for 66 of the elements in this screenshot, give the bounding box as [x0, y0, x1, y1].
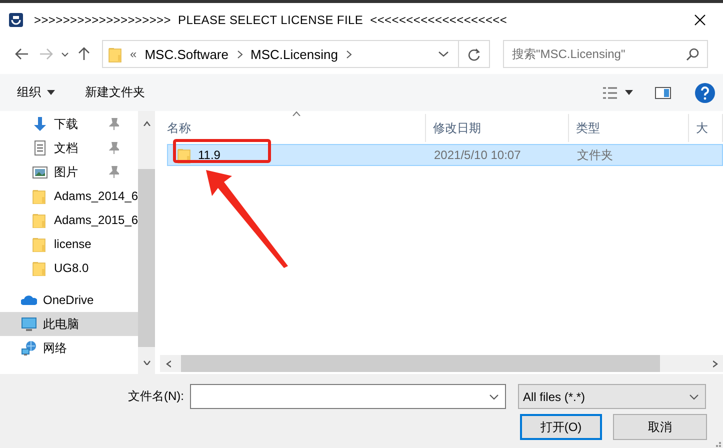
column-header[interactable]: 名称	[160, 114, 426, 142]
sidebar-item[interactable]: 此电脑	[0, 312, 138, 336]
column-header[interactable]: 修改日期	[426, 114, 569, 142]
breadcrumb[interactable]: MSC.Software	[144, 46, 228, 62]
folder-icon	[32, 236, 48, 252]
organize-menu[interactable]: 组织	[17, 84, 55, 101]
app-icon	[8, 12, 24, 28]
sidebar-item[interactable]: license	[0, 232, 138, 256]
sidebar-item[interactable]: OneDrive	[0, 288, 138, 312]
column-header[interactable]: 大	[689, 114, 723, 142]
sidebar-item[interactable]: 网络	[0, 336, 138, 360]
new-folder-button[interactable]: 新建文件夹	[85, 84, 145, 101]
preview-pane-icon[interactable]	[655, 86, 671, 98]
sidebar-item[interactable]: 下载	[0, 112, 138, 136]
refresh-icon[interactable]	[468, 48, 480, 60]
scrollbar-thumb[interactable]	[181, 355, 660, 372]
sidebar-item[interactable]: 图片	[0, 160, 138, 184]
caret-icon[interactable]	[625, 90, 633, 95]
chevron-down-icon[interactable]	[61, 52, 69, 56]
down-arrow-icon	[32, 116, 48, 132]
filename-field[interactable]	[190, 384, 506, 409]
file-name: 11.9	[198, 148, 220, 162]
scrollbar-thumb[interactable]	[138, 169, 155, 347]
file-row[interactable]: 11.9 2021/5/10 10:07 文件夹	[167, 144, 723, 166]
sort-caret-icon	[292, 111, 301, 116]
network-icon	[21, 340, 37, 356]
date-cell-text: 2021/5/10 10:07	[433, 148, 522, 162]
help-icon[interactable]	[695, 82, 715, 102]
column-header[interactable]: 类型	[569, 114, 689, 142]
breadcrumb[interactable]: MSC.Licensing	[250, 46, 338, 62]
chevron-down-icon[interactable]	[438, 51, 448, 57]
view-list-icon[interactable]	[603, 86, 617, 98]
cancel-button[interactable]: 取消	[613, 414, 707, 440]
scroll-left-icon[interactable]	[166, 360, 170, 368]
sidebar-item[interactable]: 文档	[0, 136, 138, 160]
address-bar[interactable]: « MSC.Software MSC.Licensing	[102, 40, 490, 68]
chevron-right-icon	[346, 50, 352, 58]
type-cell-text: 文件夹	[576, 146, 614, 164]
monitor-icon	[21, 316, 37, 332]
window-title: >>>>>>>>>>>>>>>>>>> PLEASE SELECT LICENSE FILE <<<<<<<<<<<<<<<<<<<	[34, 12, 508, 26]
sidebar-item[interactable]: UG8.0	[0, 256, 138, 280]
close-icon[interactable]	[694, 14, 706, 26]
back-arrow-icon[interactable]	[15, 48, 29, 60]
overflow-chevron[interactable]: «	[130, 47, 137, 61]
scroll-right-icon[interactable]	[712, 360, 718, 368]
search-icon	[686, 48, 699, 60]
chevron-down-icon	[489, 394, 499, 400]
folder-icon	[32, 260, 48, 276]
chevron-down-icon	[689, 394, 699, 400]
folder-icon	[32, 188, 48, 204]
field-label: 文件名(N):	[128, 388, 185, 405]
folder-icon	[32, 212, 48, 228]
open-button[interactable]: 打开(O)	[520, 414, 602, 440]
scroll-down-icon[interactable]	[142, 360, 150, 364]
document-icon	[32, 140, 48, 156]
search-field[interactable]: 搜索"MSC.Licensing"	[503, 40, 708, 68]
folder-icon	[108, 46, 122, 62]
caret-icon	[47, 90, 55, 95]
up-arrow-icon[interactable]	[78, 47, 90, 61]
sidebar-item[interactable]: Adams_2014_6	[0, 184, 138, 208]
chevron-right-icon	[236, 50, 242, 58]
picture-icon	[32, 164, 48, 180]
file-type-dropdown[interactable]: All files (*.*)	[518, 384, 706, 409]
scroll-up-icon[interactable]	[142, 120, 150, 126]
resize-grip-icon	[713, 442, 721, 448]
sidebar-item[interactable]: Adams_2015_6	[0, 208, 138, 232]
